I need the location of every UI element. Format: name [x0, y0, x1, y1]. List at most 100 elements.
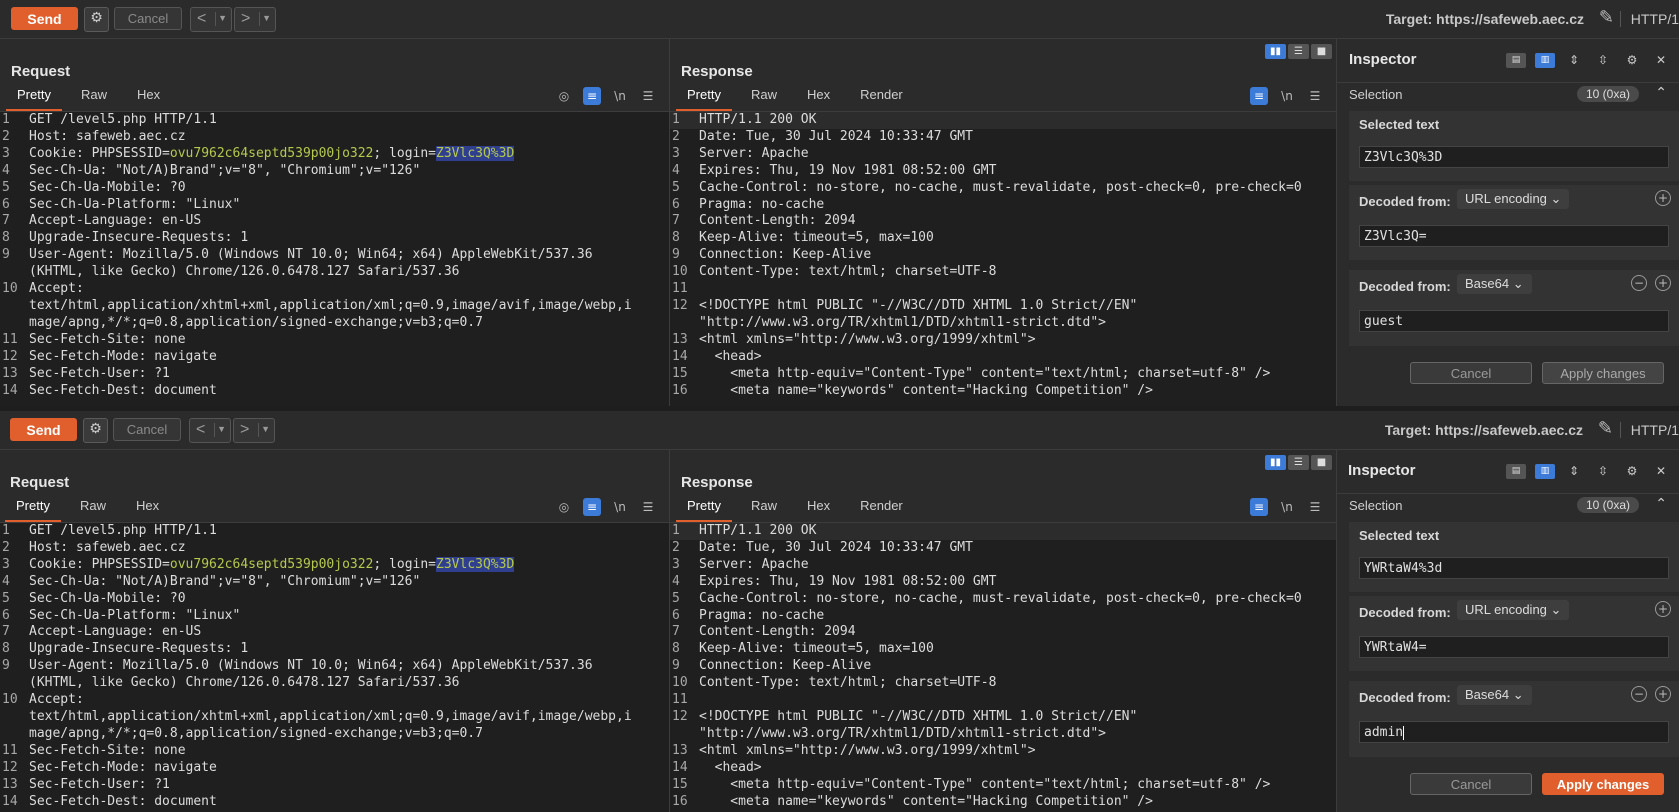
tab-raw[interactable]: Raw — [70, 87, 118, 109]
code-text[interactable]: text/html,application/xhtml+xml,applicat… — [29, 298, 632, 315]
chevron-up-icon[interactable]: ⌃ — [1655, 496, 1667, 512]
gear-icon[interactable]: ⚙ — [1622, 51, 1642, 69]
chevron-down-icon[interactable]: ▼ — [217, 419, 226, 440]
code-text[interactable]: Sec-Fetch-Mode: navigate — [29, 349, 217, 366]
expand-icon[interactable]: ⇕ — [1564, 51, 1584, 69]
code-text[interactable]: User-Agent: Mozilla/5.0 (Windows NT 10.0… — [29, 658, 593, 675]
hide-eye-icon[interactable]: ◎ — [555, 87, 573, 105]
chevron-down-icon[interactable]: ▼ — [218, 8, 227, 29]
code-text[interactable]: Accept: — [29, 692, 84, 709]
code-text[interactable]: Accept-Language: en-US — [29, 624, 201, 641]
menu-icon[interactable]: ☰ — [639, 87, 657, 105]
tab-pretty[interactable]: Pretty — [676, 87, 732, 111]
menu-icon[interactable]: ☰ — [1306, 87, 1324, 105]
newline-toggle-icon[interactable]: \n — [1278, 498, 1296, 516]
code-text[interactable]: "http://www.w3.org/TR/xhtml1/DTD/xhtml1-… — [699, 726, 1106, 743]
code-text[interactable]: Cookie: PHPSESSID=ovu7962c64septd539p00j… — [29, 556, 515, 574]
code-text[interactable]: Accept: — [29, 281, 84, 298]
code-text[interactable]: <html xmlns="http://www.w3.org/1999/xhtm… — [699, 743, 1036, 760]
code-text[interactable]: (KHTML, like Gecko) Chrome/126.0.6478.12… — [29, 264, 459, 281]
layout-split-icon[interactable]: ▮▮ — [1265, 44, 1286, 59]
code-text[interactable]: Sec-Ch-Ua: "Not/A)Brand";v="8", "Chromiu… — [29, 574, 420, 591]
code-text[interactable]: Host: safeweb.aec.cz — [29, 129, 186, 146]
code-text[interactable]: User-Agent: Mozilla/5.0 (Windows NT 10.0… — [29, 247, 593, 264]
layout-single-icon[interactable]: ■ — [1311, 44, 1332, 59]
tab-render[interactable]: Render — [849, 498, 914, 520]
code-text[interactable]: <meta name="keywords" content="Hacking C… — [699, 794, 1153, 811]
add-decoder-icon[interactable]: + — [1655, 601, 1671, 617]
wrap-lines-icon[interactable]: ≡ — [1250, 87, 1268, 105]
code-text[interactable]: Content-Type: text/html; charset=UTF-8 — [699, 675, 996, 692]
chevron-down-icon[interactable]: ▼ — [261, 419, 270, 440]
history-forward-button[interactable]: > ▼ — [233, 418, 275, 443]
tab-render[interactable]: Render — [849, 87, 914, 109]
history-forward-button[interactable]: > ▼ — [234, 7, 276, 32]
code-text[interactable]: Sec-Fetch-Mode: navigate — [29, 760, 217, 777]
tab-raw[interactable]: Raw — [740, 87, 788, 109]
code-text[interactable]: Cache-Control: no-store, no-cache, must-… — [699, 591, 1302, 608]
http-version-label[interactable]: HTTP/1 — [1619, 11, 1679, 27]
code-text[interactable]: Sec-Ch-Ua-Platform: "Linux" — [29, 608, 240, 625]
code-text[interactable]: Sec-Ch-Ua: "Not/A)Brand";v="8", "Chromiu… — [29, 163, 420, 180]
close-icon[interactable]: ✕ — [1651, 462, 1671, 480]
code-text[interactable]: Keep-Alive: timeout=5, max=100 — [699, 230, 934, 247]
code-text[interactable]: <meta http-equiv="Content-Type" content=… — [699, 366, 1270, 383]
code-text[interactable]: Content-Type: text/html; charset=UTF-8 — [699, 264, 996, 281]
chevron-down-icon[interactable]: ▼ — [262, 8, 271, 29]
settings-gear-icon[interactable]: ⚙ — [84, 7, 109, 32]
code-text[interactable]: Content-Length: 2094 — [699, 213, 856, 230]
code-text[interactable]: Expires: Thu, 19 Nov 1981 08:52:00 GMT — [699, 574, 996, 591]
code-text[interactable]: Sec-Fetch-User: ?1 — [29, 777, 170, 794]
request-editor[interactable]: 1 GET /level5.php HTTP/1.1 2 Host: safeweb.… — [0, 111, 669, 406]
tab-pretty[interactable]: Pretty — [5, 498, 61, 522]
hide-eye-icon[interactable]: ◎ — [555, 498, 573, 516]
base64-decoded-field[interactable]: guest — [1359, 310, 1669, 332]
remove-decoder-icon[interactable]: − — [1631, 686, 1647, 702]
code-text[interactable]: Date: Tue, 30 Jul 2024 10:33:47 GMT — [699, 540, 973, 557]
layout-stacked-icon[interactable]: ☰ — [1288, 44, 1309, 59]
code-text[interactable]: Content-Length: 2094 — [699, 624, 856, 641]
remove-decoder-icon[interactable]: − — [1631, 275, 1647, 291]
url-decoded-field[interactable]: Z3Vlc3Q= — [1359, 225, 1669, 247]
close-icon[interactable]: ✕ — [1651, 51, 1671, 69]
selected-cookie-value[interactable]: Z3Vlc3Q%3D — [436, 556, 515, 572]
code-text[interactable]: Keep-Alive: timeout=5, max=100 — [699, 641, 934, 658]
code-text[interactable]: Connection: Keep-Alive — [699, 247, 871, 264]
layout-split-icon[interactable]: ▮▮ — [1265, 455, 1286, 470]
code-text[interactable]: Sec-Fetch-Site: none — [29, 332, 186, 349]
wrap-lines-icon[interactable]: ≡ — [583, 498, 601, 516]
layout-single-icon[interactable]: ■ — [1311, 455, 1332, 470]
base64-decoded-field[interactable]: admin — [1359, 721, 1669, 743]
send-button[interactable]: Send — [11, 7, 78, 30]
menu-icon[interactable]: ☰ — [639, 498, 657, 516]
tab-hex[interactable]: Hex — [796, 498, 841, 520]
code-text[interactable]: mage/apng,*/*;q=0.8,application/signed-e… — [29, 315, 483, 332]
decoder-select-url[interactable]: URL encoding ⌄ — [1457, 189, 1570, 209]
selection-row[interactable]: Selection 10 (0xa) ⌃ — [1337, 82, 1679, 109]
newline-toggle-icon[interactable]: \n — [1278, 87, 1296, 105]
send-button[interactable]: Send — [10, 418, 77, 441]
code-text[interactable]: <!DOCTYPE html PUBLIC "-//W3C//DTD XHTML… — [699, 709, 1137, 726]
history-back-button[interactable]: < ▼ — [189, 418, 231, 443]
code-text[interactable]: Expires: Thu, 19 Nov 1981 08:52:00 GMT — [699, 163, 996, 180]
selected-text-field[interactable]: Z3Vlc3Q%3D — [1359, 146, 1669, 168]
url-decoded-field[interactable]: YWRtaW4= — [1359, 636, 1669, 658]
edit-target-pencil-icon[interactable]: ✎ — [1599, 7, 1614, 28]
code-text[interactable]: <head> — [699, 349, 762, 366]
code-text[interactable]: Sec-Fetch-Dest: document — [29, 383, 217, 400]
apply-changes-button[interactable]: Apply changes — [1542, 773, 1664, 795]
collapse-icon[interactable]: ⇳ — [1593, 51, 1613, 69]
code-text[interactable]: <meta name="keywords" content="Hacking C… — [699, 383, 1153, 400]
add-decoder-icon[interactable]: + — [1655, 686, 1671, 702]
inspector-cancel-button[interactable]: Cancel — [1410, 362, 1532, 384]
code-text[interactable]: Cache-Control: no-store, no-cache, must-… — [699, 180, 1302, 197]
selected-cookie-value[interactable]: Z3Vlc3Q%3D — [436, 145, 515, 161]
layout-panel-icon[interactable]: ▥ — [1535, 52, 1555, 68]
tab-raw[interactable]: Raw — [740, 498, 788, 520]
newline-toggle-icon[interactable]: \n — [611, 87, 629, 105]
code-text[interactable]: Connection: Keep-Alive — [699, 658, 871, 675]
collapse-icon[interactable]: ⇳ — [1593, 462, 1613, 480]
decoder-select-base64[interactable]: Base64 ⌄ — [1457, 274, 1532, 294]
wrap-lines-icon[interactable]: ≡ — [1250, 498, 1268, 516]
code-text[interactable]: Server: Apache — [699, 557, 809, 574]
